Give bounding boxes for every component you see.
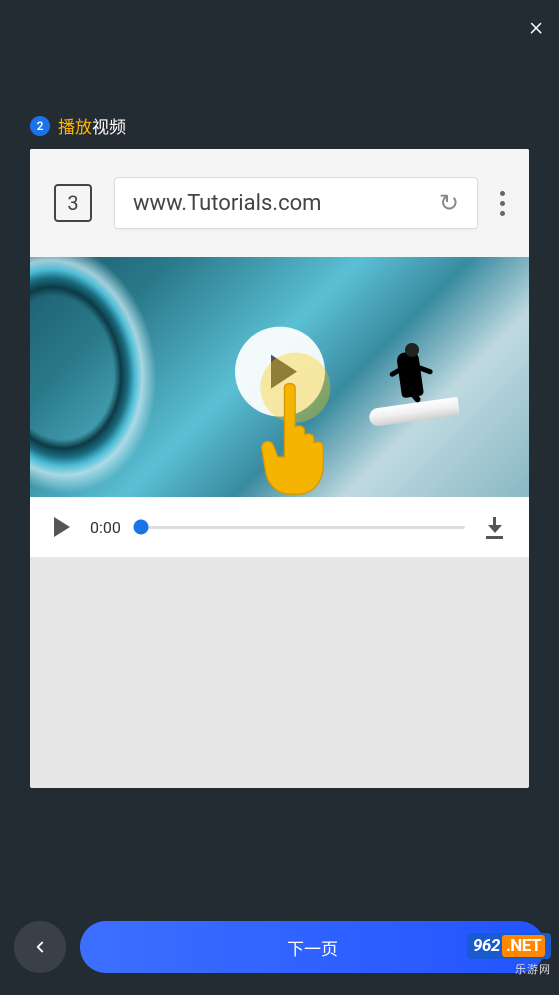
play-icon[interactable] <box>54 517 70 537</box>
video-controls: 0:00 <box>30 497 529 557</box>
more-vertical-icon[interactable] <box>500 191 505 216</box>
progress-thumb[interactable] <box>133 520 148 535</box>
reload-icon[interactable]: ↻ <box>439 189 459 217</box>
close-button[interactable]: × <box>529 14 543 40</box>
watermark-logo: 962.NET <box>467 933 551 959</box>
step-title: 播放视频 <box>58 113 126 138</box>
wave-graphic <box>30 257 262 497</box>
tabs-count-box[interactable]: 3 <box>54 184 92 222</box>
step-title-highlight: 播放 <box>58 118 92 138</box>
tutorial-card: 3 www.Tutorials.com ↻ 0:00 <box>30 149 529 788</box>
download-icon[interactable] <box>485 517 505 537</box>
watermark-subtitle: 乐游网 <box>467 961 551 977</box>
time-display: 0:00 <box>90 518 121 537</box>
step-title-plain: 视频 <box>92 118 126 138</box>
pointer-hand-icon <box>253 379 337 497</box>
url-text: www.Tutorials.com <box>133 191 439 216</box>
progress-track[interactable] <box>141 526 465 529</box>
video-thumbnail[interactable] <box>30 257 529 497</box>
watermark: 962.NET 乐游网 <box>467 933 551 977</box>
back-button[interactable] <box>14 921 66 973</box>
step-number-badge: 2 <box>30 116 50 136</box>
browser-toolbar: 3 www.Tutorials.com ↻ <box>30 149 529 257</box>
chevron-left-icon <box>31 938 49 956</box>
step-header: 2 播放视频 <box>30 113 126 138</box>
bottom-navigation: 下一页 <box>14 921 545 973</box>
watermark-num: 962 <box>473 936 500 956</box>
surfer-graphic <box>379 347 439 422</box>
watermark-suffix: .NET <box>502 935 545 957</box>
url-bar[interactable]: www.Tutorials.com ↻ <box>114 177 478 229</box>
